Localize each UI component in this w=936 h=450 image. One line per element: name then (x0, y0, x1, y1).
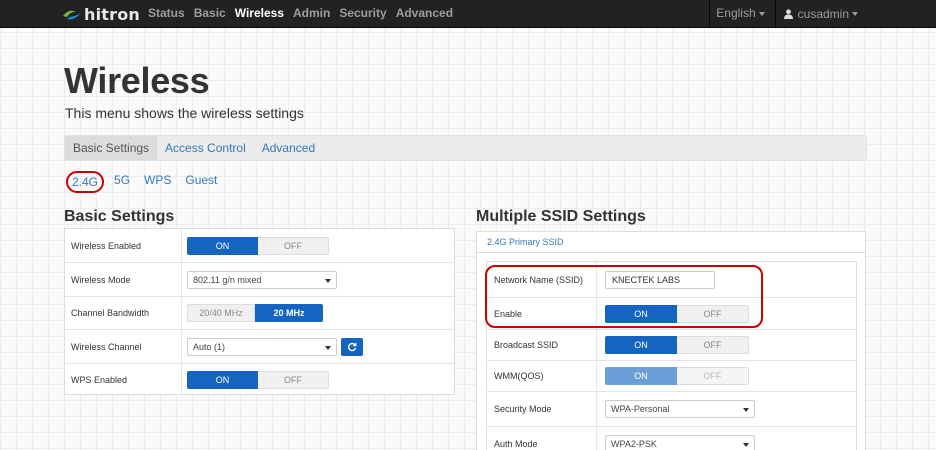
ssid-settings-title: Multiple SSID Settings (476, 208, 646, 225)
network-name-label: Network Name (SSID) (487, 262, 597, 297)
wireless-mode-label: Wireless Mode (65, 263, 182, 296)
bandwidth-20-button[interactable]: 20 MHz (255, 304, 323, 322)
table-row: Wireless Enabled ON OFF (65, 229, 454, 262)
nav-basic[interactable]: Basic (194, 0, 226, 28)
security-mode-select[interactable]: WPA-Personal (605, 400, 755, 418)
wmm-qos-toggle: ON OFF (605, 367, 749, 385)
broadcast-on-button[interactable]: ON (605, 336, 677, 354)
brand-logo[interactable]: hitron (62, 4, 140, 24)
subtab-2-4g[interactable]: 2.4G (66, 171, 105, 193)
tab-access-control[interactable]: Access Control (157, 136, 254, 160)
settings-tabbar: Basic Settings Access Control Advanced (64, 135, 867, 161)
nav-wireless[interactable]: Wireless (235, 0, 284, 28)
hitron-logo-icon (63, 10, 81, 20)
table-row: Wireless Channel Auto (1) (65, 329, 454, 363)
basic-settings-title: Basic Settings (64, 208, 175, 225)
wmm-off-button: OFF (677, 367, 749, 385)
ssid-enable-toggle: ON OFF (605, 304, 749, 323)
wps-enabled-label: WPS Enabled (65, 364, 182, 396)
table-row: WMM(QOS) ON OFF (487, 360, 856, 391)
table-row: Wireless Mode 802.11 g/n mixed (65, 262, 454, 296)
chevron-down-icon (325, 278, 331, 283)
top-navbar: hitron Status Basic Wireless Admin Secur… (0, 0, 936, 28)
auth-mode-value: WPA2-PSK (611, 439, 657, 449)
channel-bandwidth-toggle: 20/40 MHz 20 MHz (187, 304, 323, 322)
network-name-input[interactable]: KNECTEK LABS (605, 270, 715, 289)
wireless-enabled-off-button[interactable]: OFF (258, 236, 329, 255)
security-mode-label: Security Mode (487, 392, 597, 426)
channel-bandwidth-label: Channel Bandwidth (65, 297, 182, 329)
enable-label: Enable (487, 298, 597, 329)
main-nav: Status Basic Wireless Admin Security Adv… (148, 0, 462, 28)
ssid-settings-panel: Network Name (SSID) KNECTEK LABS Enable … (476, 252, 866, 450)
language-label: English (716, 6, 756, 20)
subtab-5g[interactable]: 5G (114, 171, 130, 193)
wmm-qos-label: WMM(QOS) (487, 361, 597, 391)
language-dropdown[interactable]: English (710, 0, 774, 28)
wireless-enabled-toggle: ON OFF (187, 236, 329, 255)
wireless-channel-label: Wireless Channel (65, 330, 182, 363)
refresh-icon (347, 342, 357, 351)
ssid-enable-off-button[interactable]: OFF (677, 304, 749, 323)
wireless-mode-value: 802.11 g/n mixed (193, 274, 262, 285)
nav-admin[interactable]: Admin (293, 0, 330, 28)
wireless-channel-value: Auto (1) (193, 341, 226, 352)
table-row: Auth Mode WPA2-PSK (487, 426, 856, 450)
page-title: Wireless (64, 60, 210, 101)
auth-mode-label: Auth Mode (487, 427, 597, 450)
brand-wordmark: hitron (84, 4, 140, 24)
table-row: Security Mode WPA-Personal (487, 391, 856, 426)
nav-status[interactable]: Status (148, 0, 185, 28)
broadcast-ssid-toggle: ON OFF (605, 336, 749, 354)
subtab-guest[interactable]: Guest (185, 171, 217, 193)
chevron-down-icon (852, 12, 858, 16)
wireless-enabled-label: Wireless Enabled (65, 229, 182, 262)
user-menu[interactable]: cusadmin (776, 0, 936, 28)
nav-security[interactable]: Security (339, 0, 386, 28)
primary-ssid-header[interactable]: 2.4G Primary SSID (476, 231, 866, 252)
tab-advanced[interactable]: Advanced (254, 136, 323, 160)
username-label: cusadmin (797, 7, 849, 21)
wireless-enabled-on-button[interactable]: ON (187, 236, 258, 255)
wps-enabled-toggle: ON OFF (187, 371, 329, 389)
auth-mode-select[interactable]: WPA2-PSK (605, 435, 755, 450)
wps-enabled-on-button[interactable]: ON (187, 371, 258, 389)
refresh-channel-button[interactable] (341, 337, 363, 356)
subtab-wps[interactable]: WPS (144, 171, 171, 193)
table-row: Channel Bandwidth 20/40 MHz 20 MHz (65, 296, 454, 329)
ssid-settings-table: Network Name (SSID) KNECTEK LABS Enable … (486, 261, 857, 450)
tab-basic-settings[interactable]: Basic Settings (65, 136, 158, 160)
chevron-down-icon (743, 443, 749, 447)
chevron-down-icon (758, 11, 765, 16)
basic-settings-table: Wireless Enabled ON OFF Wireless Mode 80… (64, 228, 455, 396)
wmm-on-button: ON (605, 367, 677, 385)
security-mode-value: WPA-Personal (611, 404, 670, 414)
nav-advanced[interactable]: Advanced (396, 0, 453, 28)
wireless-mode-select[interactable]: 802.11 g/n mixed (187, 270, 337, 289)
table-row: Network Name (SSID) KNECTEK LABS (487, 262, 856, 297)
ssid-enable-on-button[interactable]: ON (605, 304, 677, 323)
band-subtabs: 2.4G 5G WPS Guest (66, 171, 231, 193)
wireless-channel-select[interactable]: Auto (1) (187, 337, 337, 356)
chevron-down-icon (743, 408, 749, 412)
table-row: WPS Enabled ON OFF (65, 363, 454, 396)
page-subtitle: This menu shows the wireless settings (65, 105, 304, 121)
table-row: Broadcast SSID ON OFF (487, 329, 856, 360)
table-row: Enable ON OFF (487, 297, 856, 329)
user-icon (783, 9, 793, 19)
broadcast-off-button[interactable]: OFF (677, 336, 749, 354)
bandwidth-20-40-button[interactable]: 20/40 MHz (187, 304, 255, 322)
wps-enabled-off-button[interactable]: OFF (258, 371, 329, 389)
chevron-down-icon (325, 345, 331, 350)
broadcast-ssid-label: Broadcast SSID (487, 330, 597, 360)
nav-right: English cusadmin (709, 0, 936, 28)
